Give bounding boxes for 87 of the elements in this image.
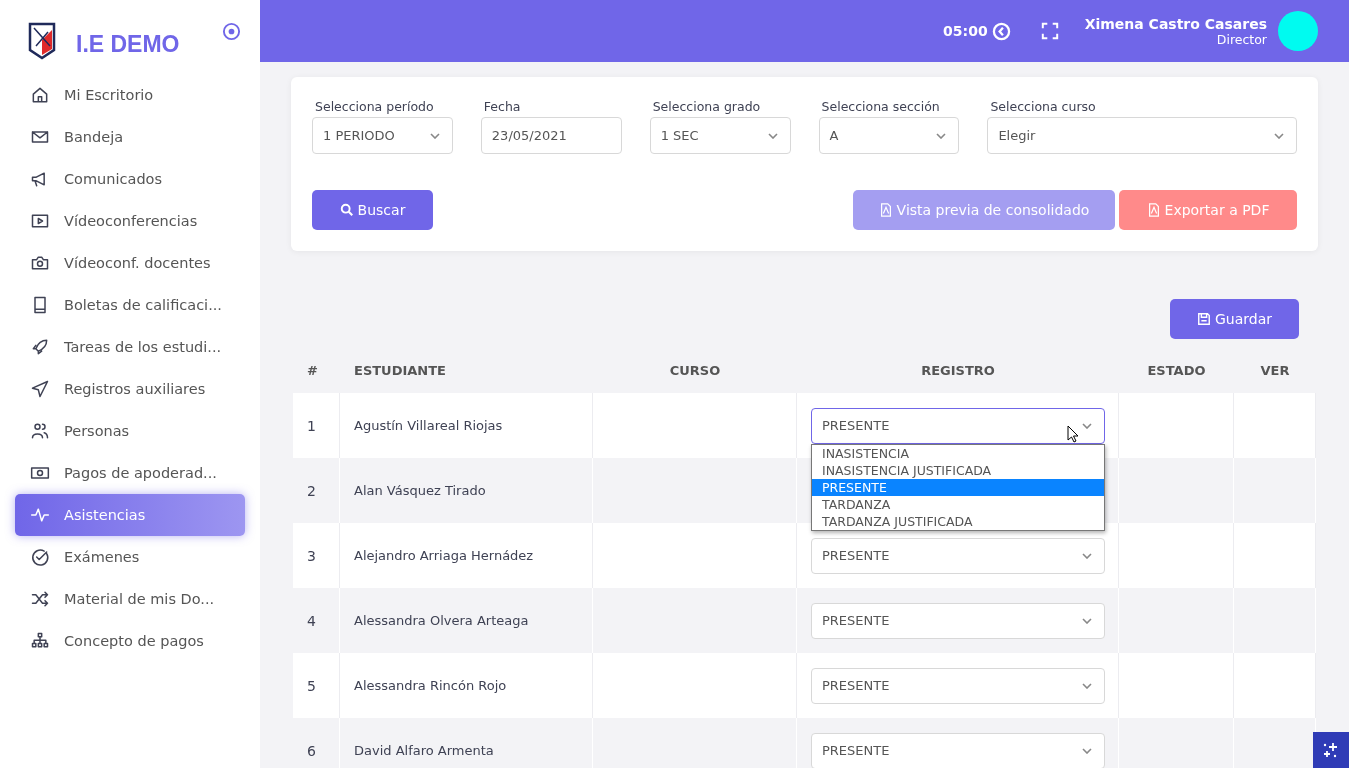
attendance-select[interactable]: PRESENTE [811,602,1105,639]
attendance-select[interactable]: PRESENTE [811,667,1105,704]
sidebar-item[interactable]: Concepto de pagos [15,620,245,662]
sidebar-item[interactable]: Registros auxiliares [15,368,245,410]
student-name: Agustín Villareal Riojas [354,418,503,433]
rocket-icon [30,337,50,357]
search-icon [339,203,354,217]
camera-icon [30,253,50,273]
row-number: 3 [307,547,316,564]
chevron-down-icon [767,132,778,139]
chevron-down-icon [1082,682,1092,689]
sitemap-icon [30,631,50,651]
select-field[interactable]: Elegir [987,117,1297,154]
dropdown-option[interactable]: TARDANZA [812,496,1104,513]
shuffle-icon [30,589,50,609]
home-icon [30,85,50,105]
sidebar-item[interactable]: Asistencias [15,494,245,536]
student-name: Alessandra Olvera Arteaga [354,613,529,628]
users-icon [30,421,50,441]
radio-toggle-icon[interactable] [222,22,241,41]
attendance-select[interactable]: PRESENTE [811,407,1105,444]
row-number: 1 [307,417,316,434]
check-icon [30,547,50,567]
sidebar-item[interactable]: Personas [15,410,245,452]
chevron-down-icon [1082,617,1092,624]
brand-name: I.E DEMO [76,30,180,58]
field-label: Selecciona grado [651,99,762,114]
sidebar-item[interactable]: Vídeoconf. docentes [15,242,245,284]
student-name: Alessandra Rincón Rojo [354,678,507,693]
row-number: 2 [307,482,316,499]
select-field[interactable]: A [818,117,960,154]
dropdown-option[interactable]: TARDANZA JUSTIFICADA [812,513,1104,530]
sidebar-item[interactable]: Pagos de apoderad... [15,452,245,494]
column-header: VER [1259,362,1291,378]
user-name: Ximena Castro Casares [1084,15,1267,32]
chevron-down-icon [1082,552,1092,559]
sidebar-item[interactable]: Boletas de calificaci... [15,284,245,326]
dropdown-option[interactable]: INASISTENCIA [812,445,1104,462]
dropdown-option[interactable]: INASISTENCIA JUSTIFICADA [812,462,1104,479]
sparkle-button[interactable] [1313,732,1349,768]
chevron-down-icon [429,132,440,139]
save-button[interactable]: Guardar [1170,299,1299,339]
chevron-down-icon [936,132,947,139]
user-role: Director [1216,31,1267,47]
pulse-icon [30,505,50,525]
chevron-down-icon [1082,747,1092,754]
sidebar-item[interactable]: Bandeja [15,116,245,158]
student-name: Alan Vásquez Tirado [354,483,486,498]
select-field[interactable]: 1 SEC [649,117,791,154]
attendance-select[interactable]: PRESENTE [811,732,1105,768]
play-icon [30,211,50,231]
field-label: Selecciona sección [820,99,941,114]
send-icon [30,379,50,399]
row-number: 6 [307,742,316,759]
sidebar-item[interactable]: Exámenes [15,536,245,578]
select-field[interactable]: 1 PERIODO [312,117,453,154]
field-label: Selecciona curso [989,99,1097,114]
column-header: ESTADO [1146,362,1207,378]
date-field[interactable]: 23/05/2021 [480,117,622,154]
sidebar-item[interactable]: Mi Escritorio [15,74,245,116]
mouse-pointer-icon [1067,425,1079,443]
student-name: Alejandro Arriaga Hernádez [354,548,534,563]
student-name: David Alfaro Armenta [354,743,494,758]
column-header: CURSO [668,362,722,378]
fullscreen-icon[interactable] [1040,22,1059,40]
attendance-select[interactable]: PRESENTE [811,537,1105,574]
row-number: 5 [307,677,316,694]
search-button[interactable]: Buscar [312,190,433,230]
pdf-file-icon [878,203,893,217]
sidebar-item[interactable]: Comunicados [15,158,245,200]
chevron-down-icon [1274,132,1284,139]
column-header: # [306,362,319,378]
field-label: Fecha [482,99,522,114]
sidebar-item[interactable]: Tareas de los estudi... [15,326,245,368]
field-label: Selecciona período [314,99,435,114]
dropdown-option[interactable]: PRESENTE [812,479,1104,496]
shield-logo-icon [28,22,56,60]
clock-icon[interactable] [991,21,1011,41]
avatar-circle[interactable] [1278,11,1318,51]
sidebar-item[interactable]: Vídeoconferencias [15,200,245,242]
chevron-down-icon [1082,422,1092,429]
pdf-file-icon [1146,203,1161,217]
sidebar-item[interactable]: Material de mis Do... [15,578,245,620]
column-header: REGISTRO [920,362,996,378]
row-number: 4 [307,612,316,629]
session-timer: 05:00 [943,23,988,39]
column-header: ESTUDIANTE [353,362,447,378]
